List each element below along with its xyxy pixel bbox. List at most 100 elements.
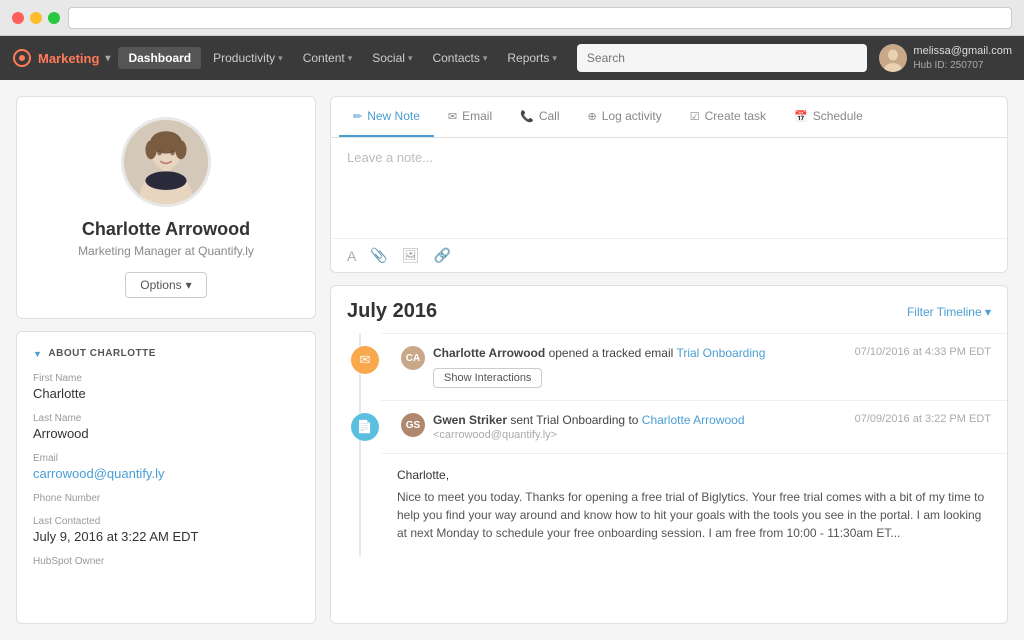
main-layout: Charlotte Arrowood Marketing Manager at … <box>0 80 1024 640</box>
nav-item-reports[interactable]: Reports ▾ <box>499 47 565 69</box>
event-content: CA Charlotte Arrowood opened a tracked e… <box>401 346 991 388</box>
minimize-dot[interactable] <box>30 12 42 24</box>
nav-item-contacts[interactable]: Contacts ▾ <box>424 47 495 69</box>
schedule-icon: 📅 <box>794 110 808 123</box>
options-button[interactable]: Options ▾ <box>125 272 206 298</box>
email-body: Nice to meet you today. Thanks for openi… <box>397 488 991 542</box>
text-format-icon[interactable]: A <box>347 248 356 264</box>
note-toolbar: A 📎 🖼 🔗 <box>331 238 1007 272</box>
new-note-icon: ✏ <box>353 110 362 123</box>
event-actor: Gwen Striker <box>433 413 507 427</box>
nav-item-social[interactable]: Social ▾ <box>364 47 420 69</box>
event-text: Charlotte Arrowood opened a tracked emai… <box>433 346 765 388</box>
nav-item-productivity[interactable]: Productivity ▾ <box>205 47 291 69</box>
user-menu[interactable]: melissa@gmail.com Hub ID: 250707 <box>879 44 1012 72</box>
timeline-header: July 2016 Filter Timeline ▾ <box>331 286 1007 333</box>
maximize-dot[interactable] <box>48 12 60 24</box>
note-placeholder: Leave a note... <box>347 150 991 165</box>
field-email: Email carrowood@quantify.ly <box>33 453 299 481</box>
left-panel: Charlotte Arrowood Marketing Manager at … <box>16 96 316 624</box>
brand-caret-icon: ▾ <box>105 53 110 64</box>
image-icon[interactable]: 🖼 <box>402 247 420 264</box>
create-task-icon: ☑ <box>690 110 700 123</box>
link-icon[interactable]: 🔗 <box>434 247 451 264</box>
tab-new-note[interactable]: ✏ New Note <box>339 97 434 137</box>
email-link[interactable]: carrowood@quantify.ly <box>33 466 299 481</box>
event-actor: Charlotte Arrowood <box>433 346 545 360</box>
event-avatar: CA <box>401 346 425 370</box>
timeline-month: July 2016 <box>347 300 437 323</box>
nav-item-content[interactable]: Content ▾ <box>295 47 361 69</box>
email-preview: Charlotte, Nice to meet you today. Thank… <box>381 453 1007 556</box>
browser-chrome <box>0 0 1024 36</box>
hubspot-icon <box>12 48 32 68</box>
event-content: GS Gwen Striker sent Trial Onboarding to… <box>401 413 991 441</box>
close-dot[interactable] <box>12 12 24 24</box>
event-timestamp: 07/09/2016 at 3:22 PM EDT <box>855 413 991 425</box>
email-greeting: Charlotte, <box>397 468 991 482</box>
timeline-event: 📄 GS Gwen Striker sent Trial Onboarding … <box>381 400 1007 453</box>
email-event-icon: ✉ <box>351 346 379 374</box>
event-action: opened a tracked email <box>549 346 677 360</box>
contacts-caret-icon: ▾ <box>483 53 488 64</box>
doc-event-icon: 📄 <box>351 413 379 441</box>
event-text: Gwen Striker sent Trial Onboarding to Ch… <box>433 413 745 441</box>
field-first-name: First Name Charlotte <box>33 373 299 401</box>
activity-card: ✏ New Note ✉ Email 📞 Call ⊕ Log activity… <box>330 96 1008 273</box>
brand-name: Marketing <box>38 51 99 66</box>
attachment-icon[interactable]: 📎 <box>370 247 387 264</box>
about-section-header: ▼ ABOUT CHARLOTTE <box>33 348 299 359</box>
profile-card: Charlotte Arrowood Marketing Manager at … <box>16 96 316 319</box>
tab-email[interactable]: ✉ Email <box>434 97 506 137</box>
note-input-area[interactable]: Leave a note... <box>331 138 1007 238</box>
timeline-body: ✉ CA Charlotte Arrowood opened a tracked… <box>331 333 1007 556</box>
event-timestamp: 07/10/2016 at 4:33 PM EDT <box>855 346 991 358</box>
timeline-section: July 2016 Filter Timeline ▾ ✉ CA Charlot… <box>330 285 1008 624</box>
user-info: melissa@gmail.com Hub ID: 250707 <box>913 44 1012 71</box>
right-panel: ✏ New Note ✉ Email 📞 Call ⊕ Log activity… <box>330 96 1008 624</box>
contact-title: Marketing Manager at Quantify.ly <box>78 244 254 258</box>
event-action: sent Trial Onboarding to <box>510 413 641 427</box>
field-hubspot-owner: HubSpot Owner <box>33 556 299 567</box>
tab-call[interactable]: 📞 Call <box>506 97 573 137</box>
timeline-event: ✉ CA Charlotte Arrowood opened a tracked… <box>381 333 1007 400</box>
top-navigation: Marketing ▾ Dashboard Productivity ▾ Con… <box>0 36 1024 80</box>
social-caret-icon: ▾ <box>408 53 413 64</box>
show-interactions-button[interactable]: Show Interactions <box>433 368 542 388</box>
avatar <box>879 44 907 72</box>
search-input[interactable] <box>577 44 868 72</box>
reports-caret-icon: ▾ <box>552 53 557 64</box>
options-caret-icon: ▾ <box>186 278 192 292</box>
email-icon: ✉ <box>448 110 457 123</box>
field-last-name: Last Name Arrowood <box>33 413 299 441</box>
event-avatar: GS <box>401 413 425 437</box>
search-container <box>577 44 868 72</box>
url-bar[interactable] <box>68 7 1012 29</box>
dashboard-nav-item[interactable]: Dashboard <box>118 47 201 69</box>
about-card: ▼ ABOUT CHARLOTTE First Name Charlotte L… <box>16 331 316 624</box>
tab-create-task[interactable]: ☑ Create task <box>676 97 780 137</box>
event-row: CA Charlotte Arrowood opened a tracked e… <box>401 346 765 388</box>
event-link[interactable]: Trial Onboarding <box>676 346 765 360</box>
event-row: GS Gwen Striker sent Trial Onboarding to… <box>401 413 745 441</box>
timeline-filter-button[interactable]: Filter Timeline ▾ <box>907 305 991 319</box>
brand-logo[interactable]: Marketing ▾ <box>12 48 110 68</box>
productivity-caret-icon: ▾ <box>278 53 283 64</box>
profile-avatar <box>121 117 211 207</box>
event-sub-text: <carrowood@quantify.ly> <box>433 429 557 441</box>
tab-log-activity[interactable]: ⊕ Log activity <box>574 97 676 137</box>
contact-name: Charlotte Arrowood <box>82 219 250 240</box>
event-link[interactable]: Charlotte Arrowood <box>642 413 745 427</box>
tabs-row: ✏ New Note ✉ Email 📞 Call ⊕ Log activity… <box>331 97 1007 138</box>
user-email: melissa@gmail.com <box>913 44 1012 58</box>
tab-schedule[interactable]: 📅 Schedule <box>780 97 877 137</box>
content-caret-icon: ▾ <box>348 53 353 64</box>
user-hub-id: Hub ID: 250707 <box>913 59 1012 72</box>
field-phone: Phone Number <box>33 493 299 504</box>
profile-photo <box>124 120 208 204</box>
browser-window-controls <box>12 12 60 24</box>
log-activity-icon: ⊕ <box>588 110 597 123</box>
about-caret-icon: ▼ <box>33 349 42 359</box>
avatar-image <box>879 44 907 72</box>
call-icon: 📞 <box>520 110 534 123</box>
